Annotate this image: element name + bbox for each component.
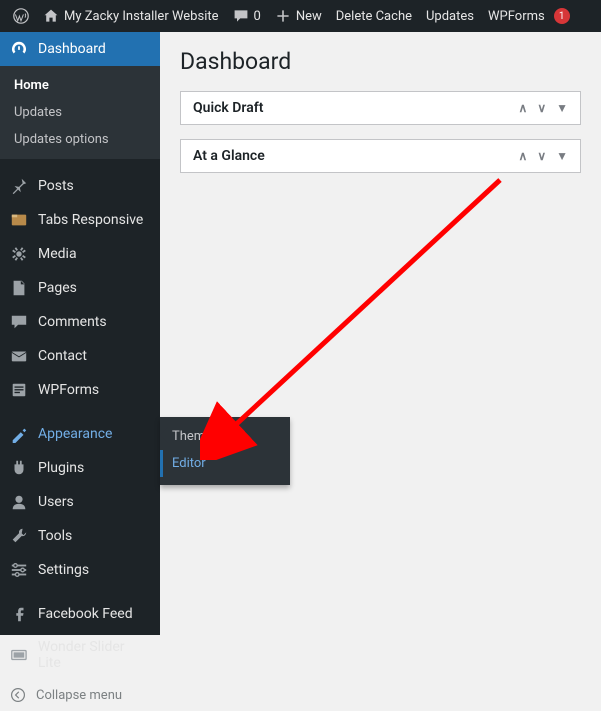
sidebar-item-facebook-feed[interactable]: Facebook Feed bbox=[0, 597, 160, 631]
move-up-icon[interactable]: ∧ bbox=[519, 101, 528, 115]
wordpress-icon bbox=[13, 8, 29, 24]
site-name-label: My Zacky Installer Website bbox=[64, 9, 219, 24]
flyout-item-editor[interactable]: Editor bbox=[160, 450, 290, 477]
toggle-icon[interactable]: ▼ bbox=[556, 101, 568, 115]
form-icon bbox=[10, 381, 28, 399]
postbox-quick-draft: Quick Draft ∧ ∨ ▼ bbox=[180, 91, 581, 125]
sidebar-item-plugins[interactable]: Plugins bbox=[0, 451, 160, 485]
sidebar-item-wpforms[interactable]: WPForms bbox=[0, 373, 160, 407]
pin-icon bbox=[10, 177, 28, 195]
admin-bar: My Zacky Installer Website 0 New Delete … bbox=[0, 0, 601, 32]
collapse-icon bbox=[10, 687, 26, 703]
wp-logo[interactable] bbox=[6, 0, 36, 32]
comment-icon bbox=[233, 8, 249, 24]
sidebar-label: Users bbox=[38, 494, 74, 510]
comments-count: 0 bbox=[254, 9, 261, 24]
sidebar-item-media[interactable]: Media bbox=[0, 237, 160, 271]
page-icon bbox=[10, 279, 28, 297]
sidebar-subitem-updates[interactable]: Updates bbox=[0, 99, 160, 126]
plus-icon bbox=[275, 8, 291, 24]
move-down-icon[interactable]: ∨ bbox=[537, 101, 546, 115]
sidebar-label: Wonder Slider Lite bbox=[38, 639, 150, 671]
appearance-flyout: Themes Editor bbox=[160, 417, 290, 485]
dashboard-submenu: Home Updates Updates options bbox=[0, 66, 160, 159]
postbox-title: At a Glance bbox=[193, 148, 265, 164]
sidebar-label: Contact bbox=[38, 348, 87, 364]
delete-cache-label: Delete Cache bbox=[336, 9, 412, 24]
sidebar-item-dashboard[interactable]: Dashboard bbox=[0, 32, 160, 66]
sidebar-subitem-updates-options[interactable]: Updates options bbox=[0, 126, 160, 153]
user-icon bbox=[10, 493, 28, 511]
wpforms-count-badge: 1 bbox=[554, 8, 570, 24]
sidebar-label: Tabs Responsive bbox=[38, 212, 143, 228]
collapse-menu[interactable]: Collapse menu bbox=[0, 679, 160, 711]
page-title: Dashboard bbox=[180, 48, 581, 75]
facebook-icon bbox=[10, 605, 28, 623]
postbox-controls: ∧ ∨ ▼ bbox=[519, 149, 568, 163]
sidebar-item-appearance[interactable]: Appearance Themes Editor bbox=[0, 417, 160, 451]
wpforms-label: WPForms bbox=[488, 9, 545, 24]
sidebar-item-posts[interactable]: Posts bbox=[0, 169, 160, 203]
wpforms-link[interactable]: WPForms 1 bbox=[481, 0, 577, 32]
sidebar-item-wonder-slider[interactable]: Wonder Slider Lite bbox=[0, 631, 160, 679]
settings-icon bbox=[10, 561, 28, 579]
sidebar-label: Tools bbox=[38, 528, 72, 544]
postbox-controls: ∧ ∨ ▼ bbox=[519, 101, 568, 115]
sidebar-subitem-home[interactable]: Home bbox=[0, 72, 160, 99]
sidebar-item-pages[interactable]: Pages bbox=[0, 271, 160, 305]
admin-sidebar: Dashboard Home Updates Updates options P… bbox=[0, 32, 160, 635]
sidebar-item-contact[interactable]: Contact bbox=[0, 339, 160, 373]
move-down-icon[interactable]: ∨ bbox=[537, 149, 546, 163]
tools-icon bbox=[10, 527, 28, 545]
sidebar-item-settings[interactable]: Settings bbox=[0, 553, 160, 587]
new-content-link[interactable]: New bbox=[268, 0, 329, 32]
sidebar-label: Facebook Feed bbox=[38, 606, 133, 622]
comments-link[interactable]: 0 bbox=[226, 0, 268, 32]
sidebar-label: Plugins bbox=[38, 460, 84, 476]
dashboard-icon bbox=[10, 40, 28, 58]
sidebar-item-tools[interactable]: Tools bbox=[0, 519, 160, 553]
comment-icon bbox=[10, 313, 28, 331]
sidebar-item-tabs-responsive[interactable]: Tabs Responsive bbox=[0, 203, 160, 237]
new-label: New bbox=[296, 9, 322, 24]
flyout-item-themes[interactable]: Themes bbox=[160, 423, 290, 450]
sidebar-label: Appearance bbox=[38, 426, 112, 442]
home-icon bbox=[43, 8, 59, 24]
mail-icon bbox=[10, 347, 28, 365]
plugin-icon bbox=[10, 459, 28, 477]
postbox-at-a-glance: At a Glance ∧ ∨ ▼ bbox=[180, 139, 581, 173]
sidebar-label: Pages bbox=[38, 280, 77, 296]
sidebar-label: Settings bbox=[38, 562, 89, 578]
media-icon bbox=[10, 245, 28, 263]
appearance-icon bbox=[10, 425, 28, 443]
collapse-label: Collapse menu bbox=[36, 688, 122, 703]
postbox-title: Quick Draft bbox=[193, 100, 263, 116]
sidebar-item-users[interactable]: Users bbox=[0, 485, 160, 519]
sidebar-label: Posts bbox=[38, 178, 74, 194]
tabs-icon bbox=[10, 211, 28, 229]
sidebar-label: Media bbox=[38, 246, 77, 262]
delete-cache-link[interactable]: Delete Cache bbox=[329, 0, 419, 32]
updates-label: Updates bbox=[426, 9, 474, 24]
main-content: Dashboard Quick Draft ∧ ∨ ▼ At a Glance … bbox=[160, 32, 601, 635]
sidebar-label: Comments bbox=[38, 314, 107, 330]
site-name-link[interactable]: My Zacky Installer Website bbox=[36, 0, 226, 32]
sidebar-label: WPForms bbox=[38, 382, 99, 398]
toggle-icon[interactable]: ▼ bbox=[556, 149, 568, 163]
sidebar-label: Dashboard bbox=[38, 41, 106, 57]
move-up-icon[interactable]: ∧ bbox=[519, 149, 528, 163]
slider-icon bbox=[10, 646, 28, 664]
sidebar-item-comments[interactable]: Comments bbox=[0, 305, 160, 339]
updates-link[interactable]: Updates bbox=[419, 0, 481, 32]
